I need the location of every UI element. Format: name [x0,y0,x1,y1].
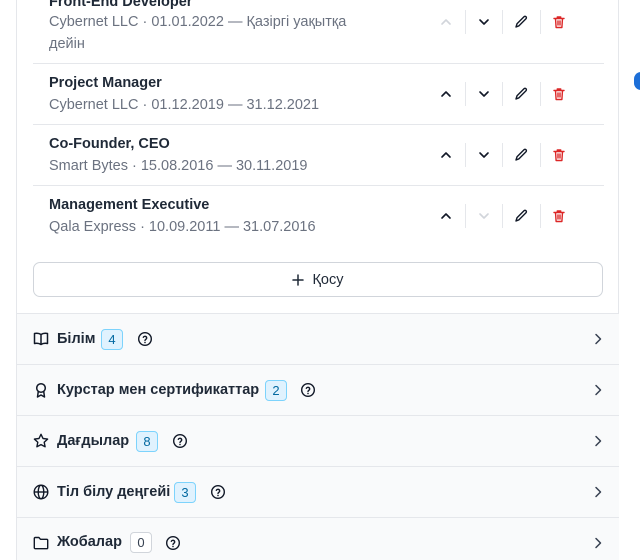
add-button-label: Қосу [312,271,344,288]
count-badge: 3 [174,481,196,503]
count-badge: 0 [130,532,152,553]
edit-button[interactable] [503,143,541,167]
edit-button[interactable] [503,82,541,106]
help-icon[interactable] [300,382,316,398]
experience-item: Management Executive Qala Express · 10.0… [33,186,604,247]
pencil-icon [515,209,528,222]
move-down-button[interactable] [466,10,504,34]
experience-title: Front-End Developer [49,0,193,10]
experience-actions [428,204,578,228]
section-title: Курстар мен сертификаттар [57,382,260,398]
experience-title: Project Manager [49,75,162,91]
book-icon [32,330,50,348]
chevron-right-icon [591,434,605,448]
help-icon[interactable] [165,535,181,551]
move-up-button[interactable] [428,82,466,106]
chevron-down-icon [478,91,489,97]
section-courses[interactable]: Курстар мен сертификаттар 2 [17,364,619,415]
chevron-up-icon [441,19,452,25]
delete-button[interactable] [541,143,578,167]
experience-item: Project Manager Cybernet LLC · 01.12.201… [33,64,604,125]
section-title: Жобалар [57,534,122,550]
section-title: Білім [57,331,96,347]
experience-item: Co-Founder, CEO Smart Bytes · 15.08.2016… [33,125,604,186]
section-title: Тіл білу деңгейі [57,484,171,500]
section-education[interactable]: Білім 4 [17,313,619,364]
pencil-icon [515,148,528,161]
edit-button[interactable] [503,10,541,34]
folder-icon [32,534,50,552]
experience-actions [428,82,578,106]
chevron-up-icon [441,213,452,219]
experience-meta-line: дейін [49,36,85,52]
trash-icon [553,16,565,29]
trash-icon [553,210,565,223]
move-down-button[interactable] [466,143,504,167]
chevron-right-icon [591,383,605,397]
experience-meta: Smart Bytes · 15.08.2016 — 30.11.2019 [49,158,308,174]
delete-button[interactable] [541,204,578,228]
move-up-button[interactable] [428,10,466,34]
experience-item: Front-End Developer Cybernet LLC · 01.01… [33,0,604,64]
trash-icon [553,88,565,101]
pencil-icon [515,15,528,28]
chevron-down-icon [478,152,489,158]
chevron-up-icon [441,91,452,97]
trash-icon [553,149,565,162]
section-projects[interactable]: Жобалар 0 [17,517,619,560]
move-up-button[interactable] [428,204,466,228]
move-up-button[interactable] [428,143,466,167]
award-icon [32,381,50,399]
chevron-right-icon [591,536,605,550]
pencil-icon [515,87,528,100]
experience-actions [428,10,578,34]
help-icon[interactable] [172,433,188,449]
section-title: Дағдылар [57,433,130,449]
globe-icon [32,483,50,501]
side-indicator[interactable] [634,72,640,90]
experience-meta: Qala Express · 10.09.2011 — 31.07.2016 [49,219,316,235]
plus-icon [292,273,305,286]
star-icon [32,432,50,450]
experience-meta: Cybernet LLC · 01.01.2022 — Қазіргі уақы… [49,11,346,55]
count-badge: 8 [136,430,158,452]
section-languages[interactable]: Тіл білу деңгейі 3 [17,466,619,517]
experience-title: Management Executive [49,197,210,213]
delete-button[interactable] [541,82,578,106]
chevron-down-icon [478,19,489,25]
count-badge: 2 [265,379,287,401]
experience-meta: Cybernet LLC · 01.12.2019 — 31.12.2021 [49,97,320,113]
chevron-right-icon [591,485,605,499]
count-badge: 4 [101,328,123,350]
delete-button[interactable] [541,10,578,34]
help-icon[interactable] [137,331,153,347]
help-icon[interactable] [210,484,226,500]
chevron-right-icon [591,332,605,346]
section-skills[interactable]: Дағдылар 8 [17,415,619,466]
edit-button[interactable] [503,204,541,228]
chevron-down-icon [478,213,489,219]
experience-meta-line: Cybernet LLC · 01.01.2022 — Қазіргі уақы… [49,14,347,30]
experience-actions [428,143,578,167]
add-experience-button[interactable]: Қосу [33,262,603,297]
chevron-up-icon [441,152,452,158]
move-down-button[interactable] [466,82,504,106]
move-down-button[interactable] [466,204,504,228]
experience-title: Co-Founder, CEO [49,136,170,152]
